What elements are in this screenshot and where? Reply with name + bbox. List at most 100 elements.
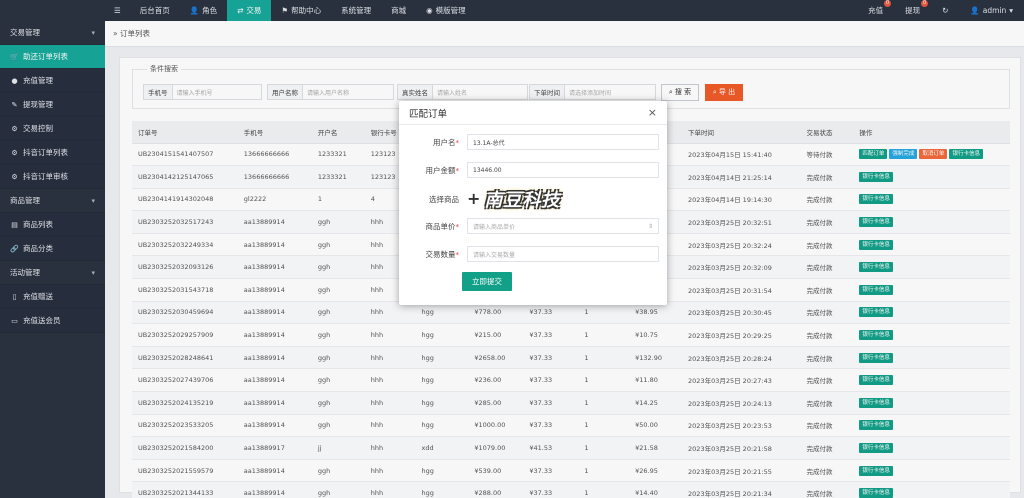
bank-info-button[interactable]: 银行卡信息 bbox=[859, 262, 893, 273]
table-cell: 1 bbox=[311, 188, 365, 212]
bank-info-button[interactable]: 银行卡信息 bbox=[859, 239, 893, 250]
card-icon: ▭ bbox=[11, 316, 18, 325]
bank-info-button[interactable]: 银行卡信息 bbox=[859, 375, 893, 386]
table-cell: 2023年03月25日 20:32:51 bbox=[682, 210, 801, 234]
table-cell: ¥50.00 bbox=[629, 414, 683, 438]
row-actions: 银行卡信息 bbox=[853, 255, 1010, 280]
table-cell: aa13889914 bbox=[237, 255, 312, 280]
sidebar-item-recharge-gift[interactable]: ▯ 充值赠送 bbox=[0, 285, 105, 309]
match-order-button[interactable]: 匹配订单 bbox=[859, 149, 888, 160]
cancel-order-button[interactable]: 取消订单 bbox=[919, 149, 948, 160]
table-cell: aa13889914 bbox=[237, 210, 312, 234]
sidebar-group-trade[interactable]: 交易管理 ▾ bbox=[0, 21, 105, 45]
realname-input[interactable]: 请输入姓名 bbox=[432, 84, 528, 100]
time-input[interactable]: 请选择添加时间 bbox=[564, 84, 656, 100]
table-cell: ¥37.33 bbox=[523, 414, 579, 438]
amount-row: 用户金额* 13446.00 bbox=[399, 161, 667, 179]
breadcrumb: » 订单列表 bbox=[105, 21, 1024, 47]
sidebar-item-product-category[interactable]: 🔗 商品分类 bbox=[0, 237, 105, 261]
table-cell: 完成付款 bbox=[800, 301, 854, 325]
table-cell: 2023年03月25日 20:28:24 bbox=[682, 346, 801, 370]
nav-role[interactable]: 👤 角色 bbox=[180, 0, 227, 21]
amount-field[interactable]: 13446.00 bbox=[467, 162, 659, 178]
table-cell: 1 bbox=[578, 323, 630, 347]
breadcrumb-current[interactable]: 订单列表 bbox=[120, 28, 150, 39]
close-icon[interactable]: × bbox=[648, 106, 657, 119]
sidebar-item-product-list[interactable]: ▤ 商品列表 bbox=[0, 213, 105, 237]
bank-info-button[interactable]: 银行卡信息 bbox=[859, 443, 893, 454]
price-select[interactable]: 请输入商品单价 ⇕ bbox=[467, 218, 659, 234]
nav-template[interactable]: ◉ 模版管理 bbox=[416, 0, 476, 21]
menu-toggle-icon[interactable]: ☰ bbox=[105, 0, 130, 21]
table-row: UB2303252024135219 aa13889914 ggh hhh hgg ¥28… bbox=[132, 391, 1010, 415]
table-cell: 1 bbox=[578, 436, 630, 460]
add-product-icon[interactable]: + bbox=[467, 191, 480, 207]
sidebar-group-products[interactable]: 商品管理 ▾ bbox=[0, 189, 105, 213]
username-field[interactable]: 13.1A-总代 bbox=[467, 134, 659, 150]
table-cell: 完成付款 bbox=[800, 459, 854, 483]
force-complete-button[interactable]: 强制完成 bbox=[889, 149, 918, 160]
user-menu[interactable]: 👤 admin ▾ bbox=[959, 0, 1024, 21]
bank-info-button[interactable]: 银行卡信息 bbox=[859, 284, 893, 295]
username-filter: 用户名称 请输入用户名称 bbox=[267, 84, 394, 100]
caret-down-icon: ▾ bbox=[1009, 6, 1013, 15]
export-button[interactable]: ⌕ 导 出 bbox=[705, 83, 743, 101]
submit-button[interactable]: 立即提交 bbox=[462, 272, 512, 291]
bank-info-button[interactable]: 银行卡信息 bbox=[859, 465, 893, 476]
table-cell: hgg bbox=[415, 414, 469, 438]
table-cell: 1 bbox=[578, 391, 630, 415]
nav-help[interactable]: ⚑ 帮助中心 bbox=[271, 0, 331, 21]
table-cell: hgg bbox=[415, 323, 469, 347]
table-cell: ggh bbox=[311, 346, 365, 370]
table-cell: ggh bbox=[311, 391, 365, 415]
qty-field[interactable]: 请输入交易数量 bbox=[467, 246, 659, 262]
product-field-label: 选择商品 bbox=[429, 194, 459, 204]
bank-info-button[interactable]: 银行卡信息 bbox=[859, 307, 893, 318]
table-cell: ¥2658.00 bbox=[468, 346, 524, 370]
search-button[interactable]: ⌕ 搜 索 bbox=[661, 83, 699, 101]
bank-info-button[interactable]: 银行卡信息 bbox=[949, 149, 983, 160]
table-cell: aa13889914 bbox=[237, 481, 312, 498]
nav-home[interactable]: 后台首页 bbox=[130, 0, 180, 21]
nav-trade[interactable]: ⇄ 交易 bbox=[227, 0, 272, 21]
table-cell: ¥10.75 bbox=[629, 323, 683, 347]
phone-input[interactable]: 请输入手机号 bbox=[171, 84, 262, 100]
nav-system-label: 系统管理 bbox=[341, 6, 372, 15]
username-label: 用户名称 bbox=[267, 84, 302, 100]
table-cell: 1 bbox=[578, 414, 630, 438]
bank-info-button[interactable]: 银行卡信息 bbox=[859, 330, 893, 341]
bank-info-button[interactable]: 银行卡信息 bbox=[859, 352, 893, 363]
sidebar-item-douyin-orders[interactable]: ⚙ 抖音订单列表 bbox=[0, 141, 105, 165]
phone-label: 手机号 bbox=[143, 84, 172, 100]
bank-info-button[interactable]: 银行卡信息 bbox=[859, 397, 893, 408]
row-actions: 银行卡信息 bbox=[853, 278, 1010, 302]
sidebar-item-recharge-vip[interactable]: ▭ 充值送会员 bbox=[0, 309, 105, 333]
bank-info-button[interactable]: 银行卡信息 bbox=[859, 420, 893, 431]
bank-info-button[interactable]: 银行卡信息 bbox=[859, 171, 893, 182]
table-cell: 完成付款 bbox=[800, 323, 854, 347]
sidebar-item-orders[interactable]: 🛒 助还订单列表 bbox=[0, 45, 105, 69]
sidebar-item-trade-control[interactable]: ⚙ 交易控制 bbox=[0, 117, 105, 141]
table-cell: aa13889914 bbox=[237, 301, 312, 325]
sidebar-item-recharge[interactable]: ● 充值管理 bbox=[0, 69, 105, 93]
table-cell: UB2303252024135219 bbox=[132, 391, 238, 415]
sidebar-item-douyin-review[interactable]: ⚙ 抖音订单审核 bbox=[0, 165, 105, 189]
table-row: UB2303252029257909 aa13889914 ggh hhh hgg ¥21… bbox=[132, 323, 1010, 347]
table-cell: 完成付款 bbox=[800, 210, 854, 234]
bank-info-button[interactable]: 银行卡信息 bbox=[859, 194, 893, 205]
time-filter: 下单时间 请选择添加时间 bbox=[529, 84, 656, 100]
dialog-title: 匹配订单 bbox=[409, 108, 448, 120]
username-input[interactable]: 请输入用户名称 bbox=[302, 84, 394, 100]
nav-system[interactable]: 系统管理 bbox=[331, 0, 381, 21]
table-cell: hhh bbox=[364, 346, 416, 370]
withdraw-link[interactable]: 提现 0 bbox=[894, 0, 931, 21]
recharge-link[interactable]: 充值 0 bbox=[857, 0, 894, 21]
sidebar-group-activity[interactable]: 活动管理 ▾ bbox=[0, 261, 105, 285]
bank-info-button[interactable]: 银行卡信息 bbox=[859, 217, 893, 228]
refresh-icon[interactable]: ↻ bbox=[931, 0, 959, 21]
nav-mall[interactable]: 商城 bbox=[381, 0, 416, 21]
row-actions: 银行卡信息 bbox=[853, 459, 1010, 483]
sidebar-item-withdraw[interactable]: ✎ 提现管理 bbox=[0, 93, 105, 117]
search-icon: ⌕ bbox=[668, 87, 673, 96]
bank-info-button[interactable]: 银行卡信息 bbox=[859, 488, 893, 498]
